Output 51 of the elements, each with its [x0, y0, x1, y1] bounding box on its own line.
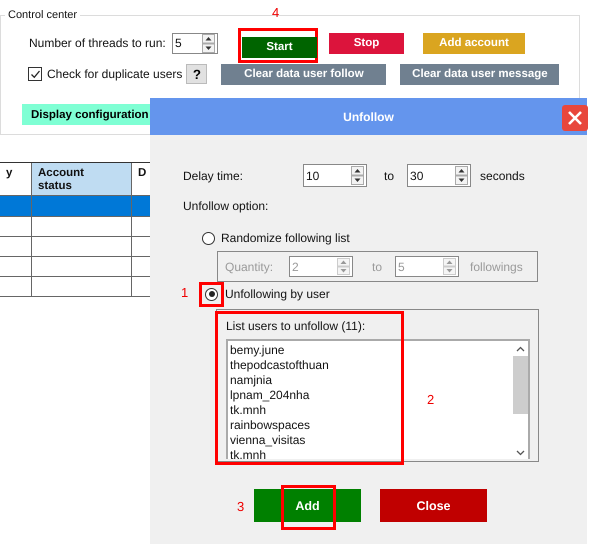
user-item[interactable]: rainbowspaces [230, 418, 310, 433]
table-row[interactable] [0, 237, 150, 257]
help-button[interactable]: ? [186, 64, 208, 84]
dialog-title: Unfollow [343, 110, 394, 124]
add-button[interactable]: Add [254, 489, 361, 522]
option-label: Randomize following list [221, 231, 350, 245]
table-row[interactable] [0, 217, 150, 237]
column-header[interactable]: Account status [32, 163, 132, 195]
option-label: Unfollowing by user [225, 287, 330, 301]
stop-button[interactable]: Stop [329, 32, 404, 54]
column-header[interactable]: D [132, 163, 150, 195]
group-title: Control center [7, 9, 78, 21]
clear-follow-button[interactable]: Clear data user follow [221, 64, 386, 84]
delay-to-spinner[interactable]: 30 [407, 164, 472, 187]
duplicate-check-label: Check for duplicate users [47, 67, 182, 81]
checkbox[interactable] [28, 67, 42, 81]
delay-from-spinner[interactable]: 10 [303, 164, 367, 187]
annotation-number: 4 [272, 4, 280, 20]
quantity-label: Quantity: [225, 260, 274, 274]
threads-spinner[interactable]: 5 [172, 32, 218, 54]
radio-button[interactable] [205, 288, 218, 300]
delay-label: Delay time: [183, 168, 244, 182]
user-item[interactable]: bemy.june [230, 343, 284, 358]
close-button[interactable] [562, 105, 588, 131]
annotation-number: 2 [427, 392, 434, 407]
user-item[interactable]: tk.mnh [230, 403, 266, 418]
user-list-label: List users to unfollow (11): [226, 319, 366, 333]
annotation-number: 3 [237, 499, 244, 514]
close-dialog-button[interactable]: Close [380, 489, 487, 522]
seconds-label: seconds [480, 168, 525, 182]
threads-label: Number of threads to run: [29, 36, 167, 50]
to-label: to [384, 168, 394, 182]
table-row[interactable] [0, 257, 150, 277]
radio-button[interactable] [202, 232, 215, 244]
close-icon [567, 110, 583, 126]
annotation-number: 1 [181, 285, 188, 300]
table-row[interactable] [0, 277, 150, 297]
user-item[interactable]: thepodcastofthuan [230, 358, 329, 373]
user-item[interactable]: vienna_visitas [230, 433, 306, 448]
to-label: to [372, 260, 382, 274]
unfollow-option-label: Unfollow option: [183, 199, 270, 213]
followings-label: followings [470, 260, 523, 274]
user-item[interactable]: lpnam_204nha [230, 388, 310, 403]
spin-arrows-icon[interactable] [202, 34, 215, 52]
user-item[interactable]: namjnia [230, 373, 272, 388]
highlight-box [281, 485, 336, 530]
scroll-down-icon[interactable] [516, 450, 524, 456]
user-item[interactable]: tk.mnh [230, 448, 266, 459]
clear-message-button[interactable]: Clear data user message [400, 64, 560, 84]
scroll-up-icon[interactable] [516, 346, 524, 352]
start-button[interactable]: Start [242, 36, 317, 58]
